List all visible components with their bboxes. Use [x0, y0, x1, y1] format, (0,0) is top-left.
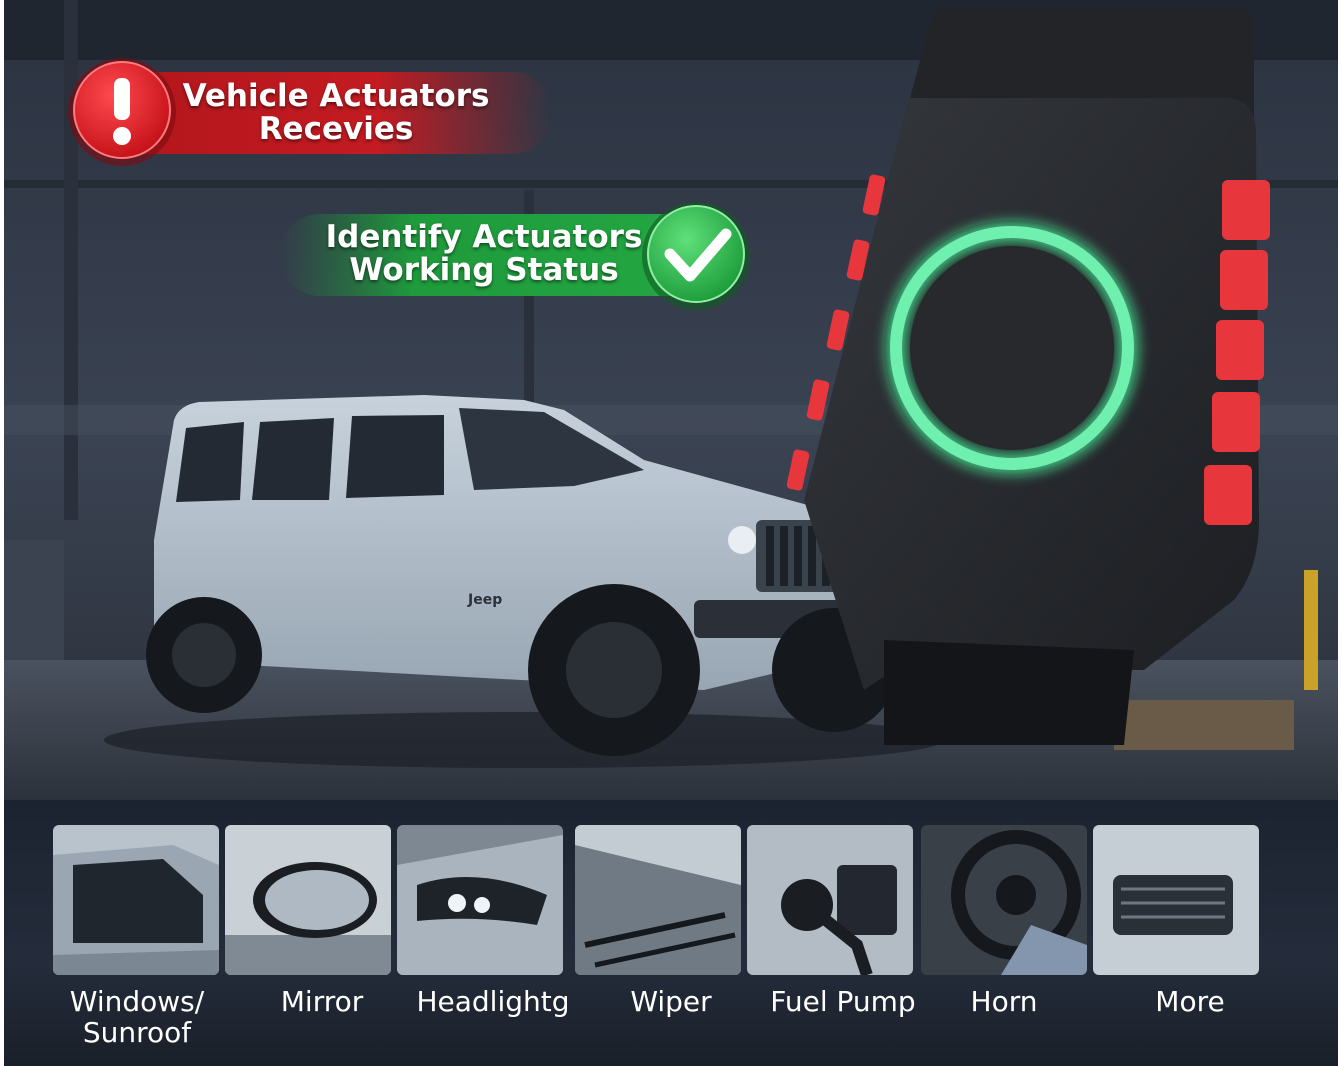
status-banner-text: Identify Actuators Working Status [325, 219, 643, 288]
steering-wheel-photo [921, 825, 1087, 975]
car-window-photo [53, 825, 219, 975]
wiper-photo [575, 825, 741, 975]
hero-scene: Jeep Vehicle Actuators Recevies Identify… [4, 0, 1338, 800]
alert-banner-text: Vehicle Actuators Recevies [182, 78, 490, 147]
actuator-strip: Windows/ Sunroof Mirror Headlightg Wiper… [4, 800, 1338, 1066]
side-mirror-photo [225, 825, 391, 975]
checkmark-icon [647, 205, 745, 303]
fuel-nozzle-photo [747, 825, 913, 975]
headlight-photo [397, 825, 563, 975]
caption-more: More [1155, 985, 1225, 1018]
product-image: Jeep Vehicle Actuators Recevies Identify… [0, 0, 1342, 1066]
jeep-badge: Jeep [467, 592, 502, 608]
dashboard-vent-photo [1093, 825, 1259, 975]
